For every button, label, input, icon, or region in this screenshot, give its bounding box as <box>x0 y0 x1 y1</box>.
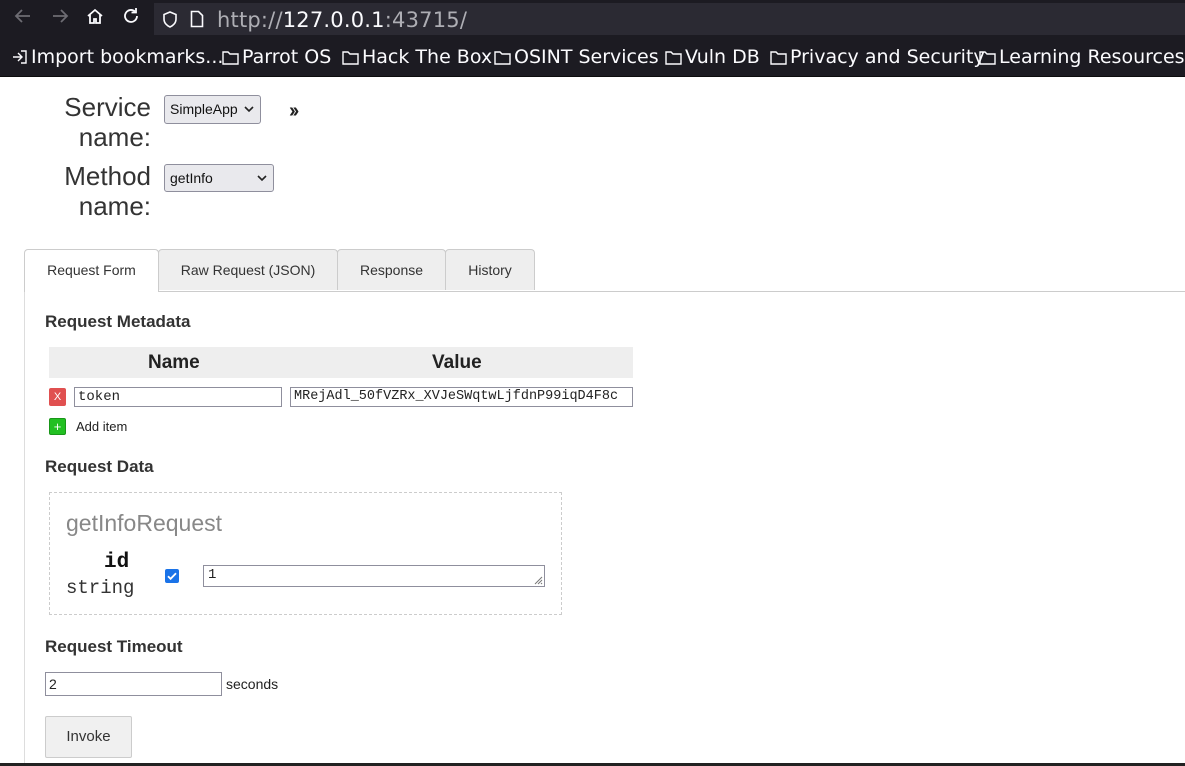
bookmark-label: Learning Resources <box>999 46 1185 68</box>
invoke-button[interactable]: Invoke <box>45 716 132 758</box>
chevron-down-icon <box>257 175 267 182</box>
url-bar[interactable]: http://127.0.0.1:43715/ <box>154 3 1185 35</box>
tabs-divider <box>158 291 1185 292</box>
remove-metadata-button[interactable]: X <box>49 388 66 406</box>
bookmark-label: Vuln DB <box>685 46 760 68</box>
metadata-value-header: Value <box>432 352 482 373</box>
service-select[interactable]: SimpleApp <box>164 95 261 124</box>
chevron-down-icon <box>244 106 254 113</box>
reload-icon[interactable] <box>118 6 144 32</box>
tab-raw-request[interactable]: Raw Request (JSON) <box>158 249 338 290</box>
bookmark-learning-resources[interactable]: Learning Resources <box>979 38 1185 76</box>
shield-icon[interactable] <box>162 11 178 33</box>
timeout-unit-label: seconds <box>226 676 279 692</box>
tab-response[interactable]: Response <box>337 249 446 290</box>
service-name-label: Service name: <box>20 92 151 152</box>
bookmark-label: Hack The Box <box>362 46 493 68</box>
bookmark-osint-services[interactable]: OSINT Services <box>494 38 659 76</box>
home-icon[interactable] <box>82 6 108 32</box>
bookmark-label: Import bookmarks... <box>31 46 224 68</box>
field-value-text: 1 <box>208 567 217 583</box>
service-label-line1: Service <box>64 92 151 122</box>
tab-request-form[interactable]: Request Form <box>24 249 159 292</box>
tab-history[interactable]: History <box>445 249 535 290</box>
field-value-textarea[interactable]: 1 <box>203 565 545 587</box>
bookmark-label: Parrot OS <box>242 46 332 68</box>
forward-arrow-icon[interactable] <box>47 6 73 32</box>
import-icon <box>13 50 27 64</box>
checkmark-icon <box>167 572 177 581</box>
page-icon <box>190 10 204 33</box>
method-name-label: Method name: <box>20 161 151 221</box>
request-data-heading: Request Data <box>45 457 154 476</box>
folder-icon <box>665 51 682 65</box>
bookmark-vuln-db[interactable]: Vuln DB <box>665 38 760 76</box>
method-label-line2: name: <box>78 191 151 221</box>
request-timeout-heading: Request Timeout <box>45 637 183 656</box>
browser-toolbar: http://127.0.0.1:43715/ <box>0 0 1185 38</box>
field-type: string <box>66 577 135 599</box>
service-label-line2: name: <box>78 122 151 152</box>
folder-icon <box>770 51 787 65</box>
service-select-value: SimpleApp <box>170 101 238 117</box>
resize-grip-icon[interactable] <box>533 575 543 585</box>
panel-border <box>24 291 25 766</box>
method-select[interactable]: getInfo <box>164 164 274 192</box>
metadata-table-header: Name Value <box>49 347 633 378</box>
method-label-line1: Method <box>64 161 151 191</box>
url-host: 127.0.0.1 <box>282 8 385 32</box>
bookmark-label: OSINT Services <box>514 46 659 68</box>
metadata-name-header: Name <box>148 352 200 373</box>
url-port-path: :43715/ <box>384 8 468 32</box>
add-item-button[interactable]: + <box>49 418 66 435</box>
request-metadata-heading: Request Metadata <box>45 312 191 331</box>
method-select-value: getInfo <box>170 170 213 186</box>
folder-icon <box>222 51 239 65</box>
field-enabled-checkbox[interactable] <box>165 569 179 583</box>
bookmarks-bar: Import bookmarks... Parrot OS Hack The B… <box>0 38 1185 77</box>
url-scheme: http:// <box>217 8 283 32</box>
url-text[interactable]: http://127.0.0.1:43715/ <box>217 8 467 32</box>
add-item-label[interactable]: Add item <box>76 419 127 434</box>
timeout-input[interactable]: 2 <box>45 672 222 696</box>
message-name: getInfoRequest <box>66 510 223 536</box>
folder-icon <box>342 51 359 65</box>
folder-icon <box>979 51 996 65</box>
bookmark-label: Privacy and Security <box>790 46 985 68</box>
metadata-name-input[interactable]: token <box>74 387 282 407</box>
folder-icon <box>494 51 511 65</box>
bookmark-parrot-os[interactable]: Parrot OS <box>222 38 331 76</box>
bookmark-hack-the-box[interactable]: Hack The Box <box>342 38 492 76</box>
expand-chevron-icon[interactable]: ›› <box>289 100 299 123</box>
bookmark-import[interactable]: Import bookmarks... <box>12 38 223 76</box>
metadata-value-input[interactable]: MRejAdl_50fVZRx_XVJeSWqtwLjfdnP99iqD4F8c <box>290 387 633 407</box>
bookmark-privacy-security[interactable]: Privacy and Security <box>770 38 985 76</box>
back-arrow-icon[interactable] <box>10 6 36 32</box>
field-name: id <box>104 551 130 574</box>
